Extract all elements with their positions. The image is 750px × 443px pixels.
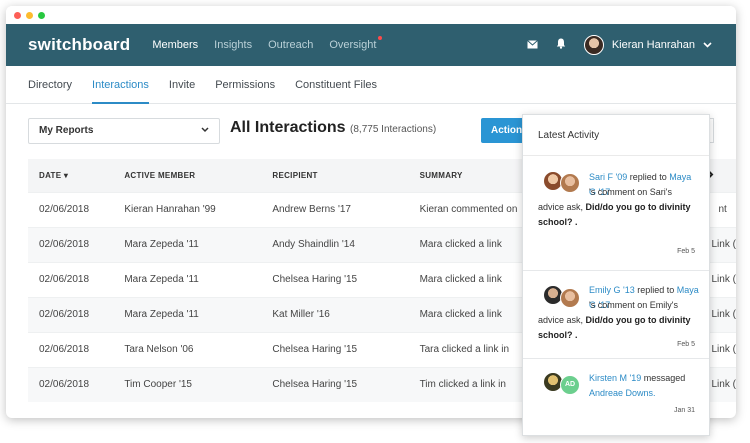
nav-members[interactable]: Members (152, 39, 198, 51)
nav-oversight[interactable]: Oversight (329, 36, 383, 51)
cell-recipient: Chelsea Haring '15 (261, 366, 409, 402)
page-title: All Interactions (8,775 Interactions) (230, 119, 436, 137)
column-header-recipient[interactable]: RECIPIENT (261, 159, 409, 192)
cell-active-member: Mara Zepeda '11 (113, 261, 262, 297)
cell-date: 02/06/2018 (28, 366, 114, 402)
tab-directory[interactable]: Directory (28, 66, 72, 104)
activity-line-2: Andreae Downs. (589, 386, 699, 401)
cell-date: 02/06/2018 (28, 261, 114, 297)
activity-verb: replied to (634, 285, 677, 295)
activity-verb: messaged (641, 373, 686, 383)
column-header-active-member[interactable]: ACTIVE MEMBER (113, 159, 262, 192)
cell-active-member: Kieran Hanrahan '99 (113, 191, 262, 227)
activity-detail: 's comment on Sari's advice ask, Did/do … (538, 185, 699, 230)
avatar-initials: AD (560, 375, 580, 395)
cell-active-member: Tim Cooper '15 (113, 366, 262, 402)
top-navigation: switchboard Members Insights Outreach Ov… (6, 24, 736, 66)
cell-overflow-text: nt (718, 204, 727, 215)
tab-interactions[interactable]: Interactions (92, 66, 149, 104)
tab-invite[interactable]: Invite (169, 66, 195, 104)
panel-title: Latest Activity (523, 115, 709, 156)
actor-link[interactable]: Kirsten M '19 (589, 373, 641, 383)
activity-date: Jan 31 (673, 407, 695, 414)
nav-outreach[interactable]: Outreach (268, 39, 313, 51)
bell-icon[interactable] (556, 36, 566, 54)
column-header-date-label: DATE (39, 170, 62, 180)
cell-date: 02/06/2018 (28, 296, 114, 332)
user-menu[interactable]: Kieran Hanrahan (583, 35, 712, 55)
sort-desc-icon: ▾ (63, 170, 69, 180)
target-link[interactable]: Andreae Downs. (589, 388, 656, 398)
cell-recipient: Chelsea Haring '15 (261, 261, 409, 297)
cell-active-member: Tara Nelson '06 (113, 331, 262, 367)
cell-overflow-text: Link ( (711, 344, 736, 355)
report-select[interactable]: My Reports (28, 118, 220, 144)
nav-insights[interactable]: Insights (214, 39, 252, 51)
activity-detail: 's comment on Emily's advice ask, Did/do… (538, 298, 699, 343)
minimize-window-button[interactable] (26, 11, 33, 19)
app-logo[interactable]: switchboard (28, 35, 130, 55)
cell-recipient: Chelsea Haring '15 (261, 331, 409, 367)
tab-permissions[interactable]: Permissions (215, 66, 275, 104)
cell-overflow-text: Link ( (711, 379, 736, 391)
cell-overflow-text: Link ( (711, 239, 736, 250)
cell-date: 02/06/2018 (28, 191, 114, 227)
cell-date: 02/06/2018 (28, 331, 114, 367)
page-title-text: All Interactions (230, 119, 346, 136)
window-titlebar (6, 6, 736, 24)
column-header-date[interactable]: DATE ▾ (28, 159, 114, 192)
cell-date: 02/06/2018 (28, 226, 114, 262)
chevron-down-icon (703, 39, 712, 51)
sub-navigation: Directory Interactions Invite Permission… (6, 66, 736, 104)
cell-recipient: Andy Shaindlin '14 (261, 226, 409, 262)
interaction-count: (8,775 Interactions) (350, 124, 437, 135)
activity-date: Feb 5 (677, 341, 695, 348)
activity-line-1: Kirsten M '19 messaged (589, 371, 699, 386)
user-name: Kieran Hanrahan (611, 39, 695, 51)
cell-recipient: Kat Miller '16 (261, 296, 409, 332)
cell-active-member: Mara Zepeda '11 (113, 226, 262, 262)
avatar (583, 35, 604, 55)
activity-item[interactable]: Emily G '13 replied to Maya G '17 's com… (523, 271, 709, 359)
latest-activity-panel: Latest Activity Sari F '09 replied to Ma… (522, 114, 710, 436)
chevron-down-icon (201, 119, 209, 143)
report-select-value: My Reports (39, 125, 94, 136)
cell-overflow-text: Link ( (711, 274, 736, 285)
close-window-button[interactable] (14, 11, 21, 19)
notification-dot (378, 36, 383, 40)
activity-verb: replied to (627, 172, 670, 182)
nav-oversight-label: Oversight (329, 39, 377, 51)
activity-item[interactable]: AD Kirsten M '19 messaged Andreae Downs.… (523, 359, 709, 435)
tab-constituent-files[interactable]: Constituent Files (295, 66, 377, 104)
cell-recipient: Andrew Berns '17 (261, 191, 409, 227)
actor-link[interactable]: Sari F '09 (589, 172, 627, 182)
maximize-window-button[interactable] (38, 11, 45, 19)
mail-icon[interactable] (526, 36, 538, 54)
cell-overflow-text: Link ( (711, 309, 736, 320)
cell-active-member: Mara Zepeda '11 (113, 296, 262, 332)
activity-item[interactable]: Sari F '09 replied to Maya G '17 's comm… (523, 156, 709, 271)
actor-link[interactable]: Emily G '13 (589, 285, 635, 295)
activity-date: Feb 5 (677, 248, 695, 255)
